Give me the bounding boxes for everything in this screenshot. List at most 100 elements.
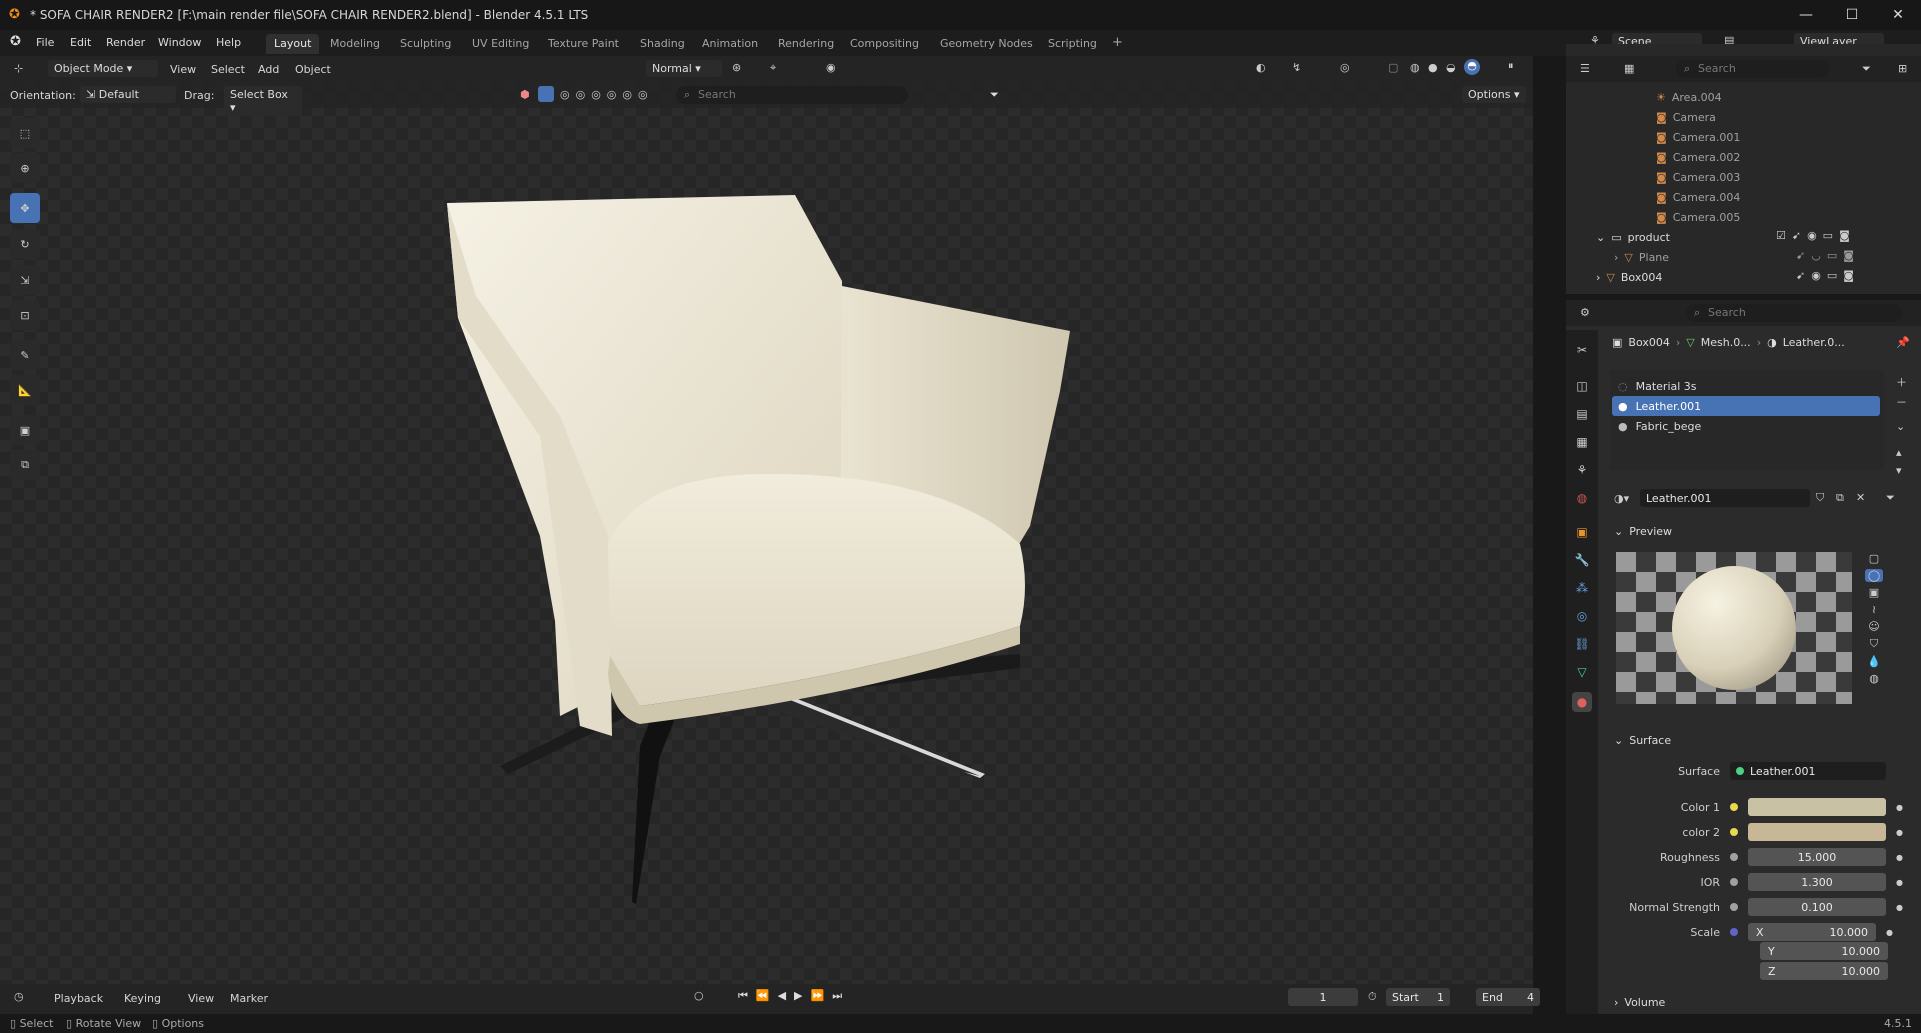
chevron-right-icon[interactable]: › <box>1596 271 1600 284</box>
unlink-material-icon[interactable]: ✕ <box>1856 491 1865 504</box>
tab-scripting[interactable]: Scripting <box>1040 34 1105 54</box>
particles-tab-icon[interactable]: ⁂ <box>1572 578 1592 598</box>
timeline-editor-icon[interactable]: ◷ <box>14 990 24 1003</box>
current-frame-field[interactable]: 1 <box>1288 988 1358 1006</box>
pivot-icon[interactable]: ⊛ <box>732 61 741 74</box>
move-up-icon[interactable]: ▴ <box>1896 446 1902 459</box>
properties-editor-icon[interactable]: ⚙ <box>1580 306 1590 319</box>
fake-user-icon[interactable]: ⛉ <box>1816 491 1824 505</box>
surface-section-header[interactable]: ⌄ Surface <box>1614 734 1671 747</box>
outliner-item-area004[interactable]: ☀ Area.004 <box>1656 87 1722 107</box>
menu-help[interactable]: Help <box>216 36 241 49</box>
tab-rendering[interactable]: Rendering <box>770 34 842 54</box>
outliner-item-camera005[interactable]: ◙ Camera.005 <box>1656 207 1740 227</box>
tab-animation[interactable]: Animation <box>694 34 766 54</box>
minimize-button[interactable]: — <box>1783 0 1829 30</box>
drag-selector[interactable]: Select Box ▾ <box>224 86 302 116</box>
object-tab-icon[interactable]: ▣ <box>1572 522 1592 542</box>
preview-flat-icon[interactable]: ▢ <box>1869 552 1879 565</box>
roughness-field[interactable]: 15.000 <box>1748 848 1886 866</box>
data-tab-icon[interactable]: ▽ <box>1572 662 1592 682</box>
keyframe-dot-icon[interactable]: ● <box>1896 803 1903 812</box>
overlay-icon[interactable]: ◎ <box>1340 61 1350 74</box>
visibility-icon[interactable]: ◐ <box>1256 61 1266 74</box>
outliner-search-input[interactable]: Search <box>1676 60 1830 78</box>
pause-render-icon[interactable]: ⏸ <box>1508 59 1514 73</box>
options-button[interactable]: Options ▾ <box>1462 86 1526 103</box>
output-tab-icon[interactable]: ▤ <box>1572 404 1592 424</box>
preview-cloth-icon[interactable]: ⛉ <box>1870 637 1878 651</box>
outliner-item-plane[interactable]: › ▽ Plane <box>1614 247 1669 267</box>
outliner-item-camera002[interactable]: ◙ Camera.002 <box>1656 147 1740 167</box>
chevron-right-icon[interactable]: › <box>1614 251 1618 264</box>
menu-select[interactable]: Select <box>211 63 245 76</box>
keyframe-dot-icon[interactable]: ● <box>1896 853 1903 862</box>
tab-modeling[interactable]: Modeling <box>322 34 388 54</box>
constraints-tab-icon[interactable]: ⛓ <box>1572 634 1592 654</box>
preview-sphere-icon[interactable]: ◯ <box>1864 569 1884 582</box>
add-workspace-button[interactable]: + <box>1104 32 1131 52</box>
filter-icons[interactable]: ◎◎◎◎◎◎ <box>560 88 654 101</box>
rotate-tool[interactable]: ↻ <box>10 229 40 259</box>
browse-material-icon[interactable]: ◑▾ <box>1614 492 1629 505</box>
object-type-filter-icon[interactable]: ⬢ <box>520 88 530 101</box>
scale-tool[interactable]: ⇲ <box>10 265 40 295</box>
material-name-field[interactable]: Leather.001 <box>1640 489 1810 507</box>
outliner-item-camera[interactable]: ◙ Camera <box>1656 107 1716 127</box>
material-slot[interactable]: ● Fabric_bege <box>1612 416 1880 436</box>
transform-orientation-selector[interactable]: Normal ▾ <box>646 60 722 77</box>
proportional-edit-icon[interactable]: ◉ <box>826 61 836 74</box>
blender-menu-icon[interactable]: ✪ <box>10 34 21 49</box>
tab-layout[interactable]: Layout <box>266 34 320 54</box>
gizmo-icon[interactable]: ↯ <box>1292 61 1301 74</box>
start-frame-field[interactable]: Start 1 <box>1386 988 1450 1006</box>
display-mode-icon[interactable]: ▦ <box>1624 62 1634 75</box>
snap-icon[interactable]: ⌖ <box>770 61 776 75</box>
volume-section-header[interactable]: › Volume <box>1614 996 1665 1009</box>
tab-uv-editing[interactable]: UV Editing <box>464 34 537 54</box>
close-button[interactable]: ✕ <box>1875 0 1921 30</box>
material-shading-icon[interactable]: ◒ <box>1446 61 1456 74</box>
world-tab-icon[interactable]: ◍ <box>1572 488 1592 508</box>
material-tab-icon[interactable]: ● <box>1572 692 1592 712</box>
tab-compositing[interactable]: Compositing <box>842 34 927 54</box>
cursor-tool[interactable]: ⊕ <box>10 153 40 183</box>
add-object-tool[interactable]: ⧉ <box>10 450 40 480</box>
material-filter-icon[interactable]: ⏷ <box>1886 491 1895 505</box>
menu-render[interactable]: Render <box>106 36 145 49</box>
playback-menu[interactable]: Playback <box>54 992 103 1005</box>
preview-cube-icon[interactable]: ▣ <box>1869 586 1879 599</box>
move-down-icon[interactable]: ▾ <box>1896 464 1902 477</box>
preview-monkey-icon[interactable]: ☺ <box>1868 620 1879 633</box>
keying-menu[interactable]: Keying <box>124 992 161 1005</box>
scene-tab-icon[interactable]: ⚘ <box>1572 460 1592 480</box>
keyframe-dot-icon[interactable]: ● <box>1896 878 1903 887</box>
outliner-filter-icon[interactable]: ⏷ <box>1862 62 1871 76</box>
move-tool[interactable]: ✥ <box>10 193 40 223</box>
material-slot[interactable]: ◌ Material 3s <box>1612 376 1880 396</box>
preview-section-header[interactable]: ⌄ Preview <box>1614 525 1672 538</box>
menu-edit[interactable]: Edit <box>70 36 91 49</box>
select-mode-icon[interactable] <box>538 86 554 102</box>
scale-x-field[interactable]: X 10.000 <box>1748 923 1876 941</box>
tab-geometry-nodes[interactable]: Geometry Nodes <box>932 34 1041 54</box>
outliner-item-product[interactable]: ⌄ ▭ product <box>1596 227 1670 247</box>
auto-keying-icon[interactable]: ○ <box>694 989 704 1002</box>
menu-file[interactable]: File <box>36 36 54 49</box>
view-layer-tab-icon[interactable]: ▦ <box>1572 432 1592 452</box>
menu-window[interactable]: Window <box>158 36 201 49</box>
viewport-search-input[interactable]: Search <box>676 86 908 104</box>
scale-y-field[interactable]: Y 10.000 <box>1760 942 1888 960</box>
normal-strength-field[interactable]: 0.100 <box>1748 898 1886 916</box>
menu-object[interactable]: Object <box>295 63 331 76</box>
keyframe-dot-icon[interactable]: ● <box>1886 928 1893 937</box>
marker-menu[interactable]: Marker <box>230 992 268 1005</box>
rendered-shading-icon[interactable]: ◓ <box>1464 59 1480 75</box>
keyframe-dot-icon[interactable]: ● <box>1896 903 1903 912</box>
modifier-tab-icon[interactable]: 🔧 <box>1572 550 1592 570</box>
surface-shader-field[interactable]: Leather.001 <box>1730 762 1886 780</box>
plane-restriction-icons[interactable]: ➹◡▭◙ <box>1796 249 1860 262</box>
menu-view[interactable]: View <box>170 63 196 76</box>
color1-swatch[interactable] <box>1748 798 1886 816</box>
stopwatch-icon[interactable]: ⏱ <box>1368 990 1377 1004</box>
